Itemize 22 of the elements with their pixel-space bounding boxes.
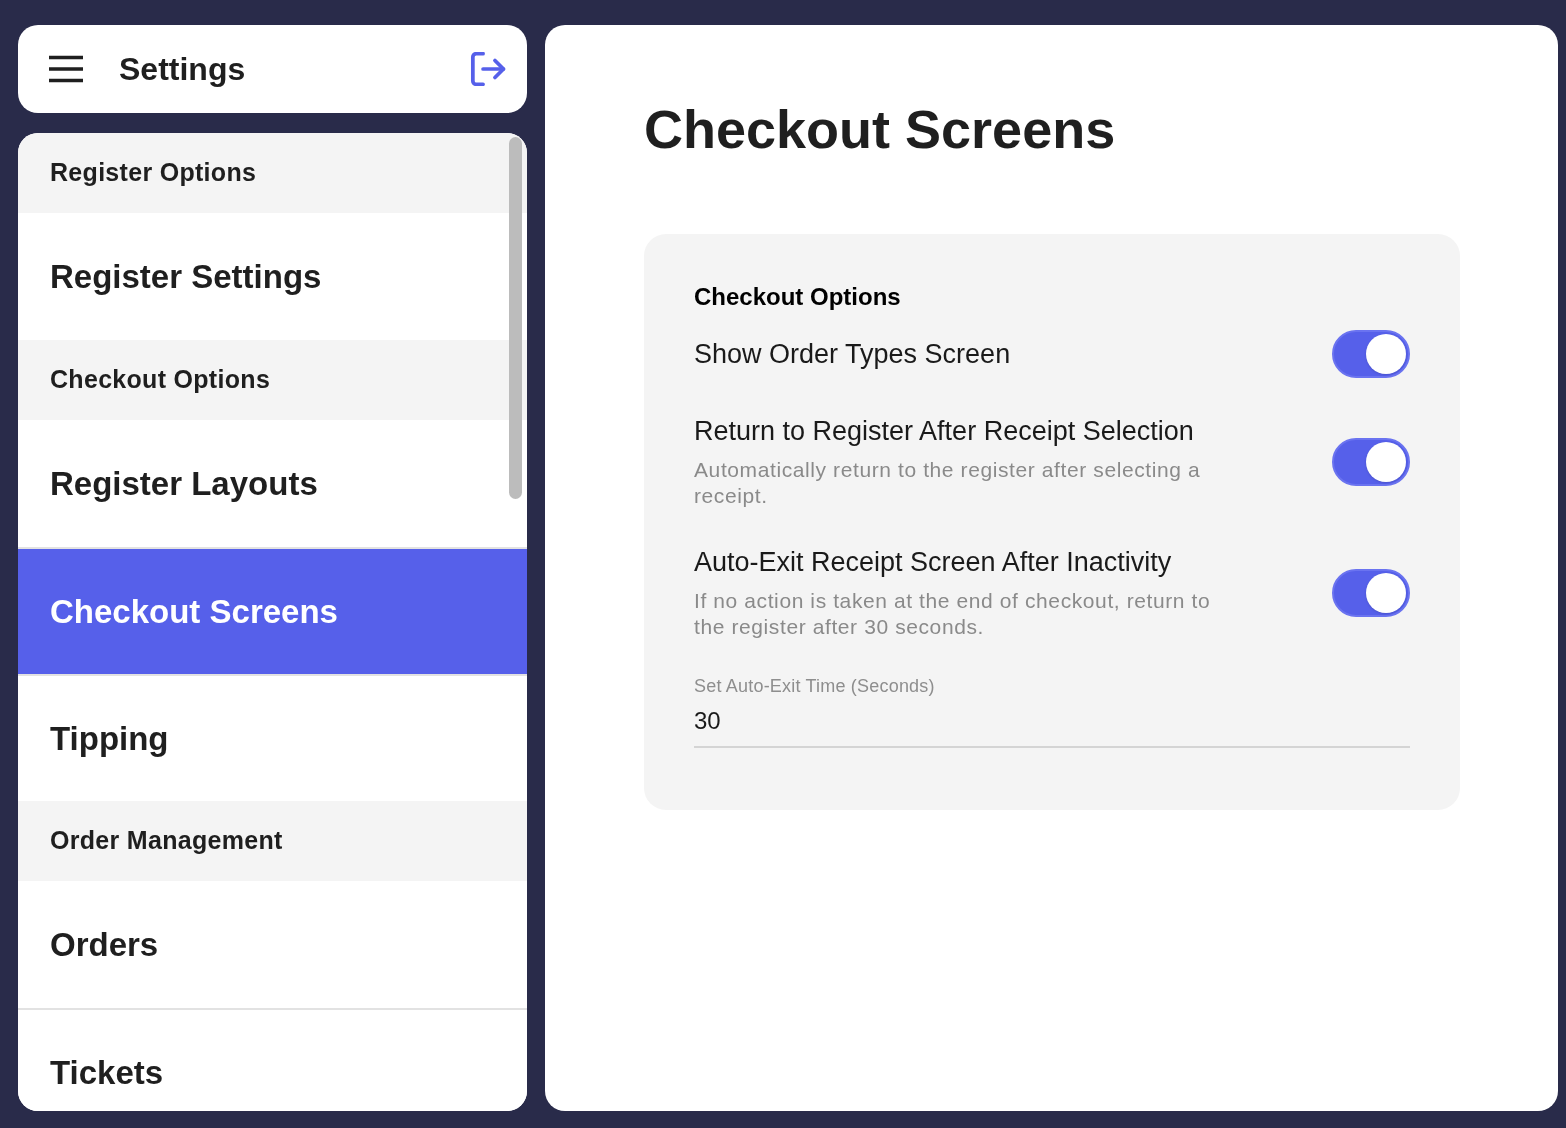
card-heading: Checkout Options (694, 282, 902, 312)
section-header: Register Options (18, 133, 527, 213)
page-title: Checkout Screens (644, 98, 1117, 161)
sidebar-item[interactable]: Tickets (18, 1008, 527, 1111)
toggle-switch[interactable] (1332, 569, 1410, 617)
section-header: Order Management (18, 801, 527, 881)
option-label: Auto-Exit Receipt Screen After Inactivity (694, 546, 1173, 578)
input-field[interactable]: 30 (694, 705, 1410, 748)
toggle-switch[interactable] (1332, 438, 1410, 486)
scrollbar-thumb[interactable] (509, 137, 522, 499)
section-header: Checkout Options (18, 340, 527, 420)
field-label: Set Auto-Exit Time (Seconds) (694, 675, 936, 697)
option-label: Show Order Types Screen (694, 338, 1012, 370)
menu-icon (49, 55, 83, 83)
menu-button[interactable] (49, 54, 83, 84)
option-description: Automatically return to the register after selecting a receipt. (694, 457, 1202, 509)
logout-icon (470, 52, 508, 86)
toggle-switch[interactable] (1332, 330, 1410, 378)
sidebar-item[interactable]: Checkout Screens (18, 547, 527, 674)
option-label: Return to Register After Receipt Selection (694, 415, 1195, 447)
header-title: Settings (119, 50, 246, 89)
option-description: If no action is taken at the end of checkout, return to the register after 30 seconds. (694, 588, 1212, 640)
